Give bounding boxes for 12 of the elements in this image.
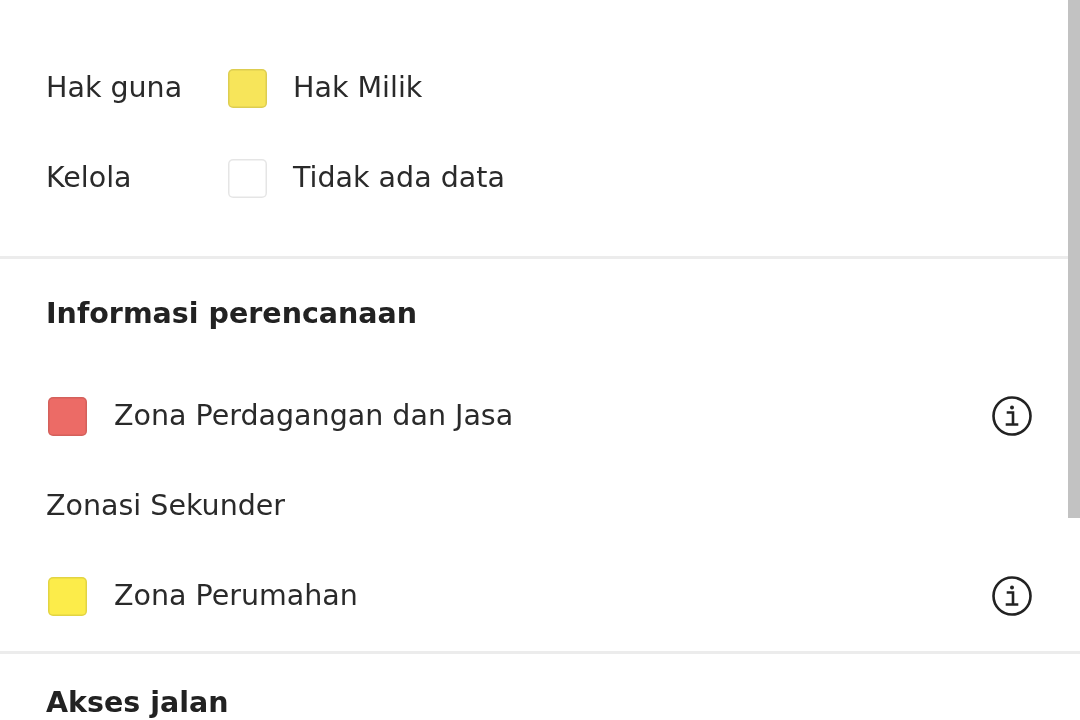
zone-label: Zona Perdagangan dan Jasa <box>114 398 514 434</box>
legend-label: Tidak ada data <box>293 160 505 196</box>
scrollbar-thumb[interactable] <box>1068 0 1080 518</box>
row-label: Hak guna <box>46 70 184 106</box>
subheading: Zonasi Sekunder <box>46 488 286 524</box>
row-label: Kelola <box>46 160 133 196</box>
info-icon[interactable] <box>992 576 1032 616</box>
section-title: Akses jalan <box>46 687 229 719</box>
legend-label: Hak Milik <box>293 70 423 106</box>
info-icon[interactable] <box>992 396 1032 436</box>
zone-label: Zona Perumahan <box>114 578 358 614</box>
section-title: Informasi perencanaan <box>46 296 418 332</box>
